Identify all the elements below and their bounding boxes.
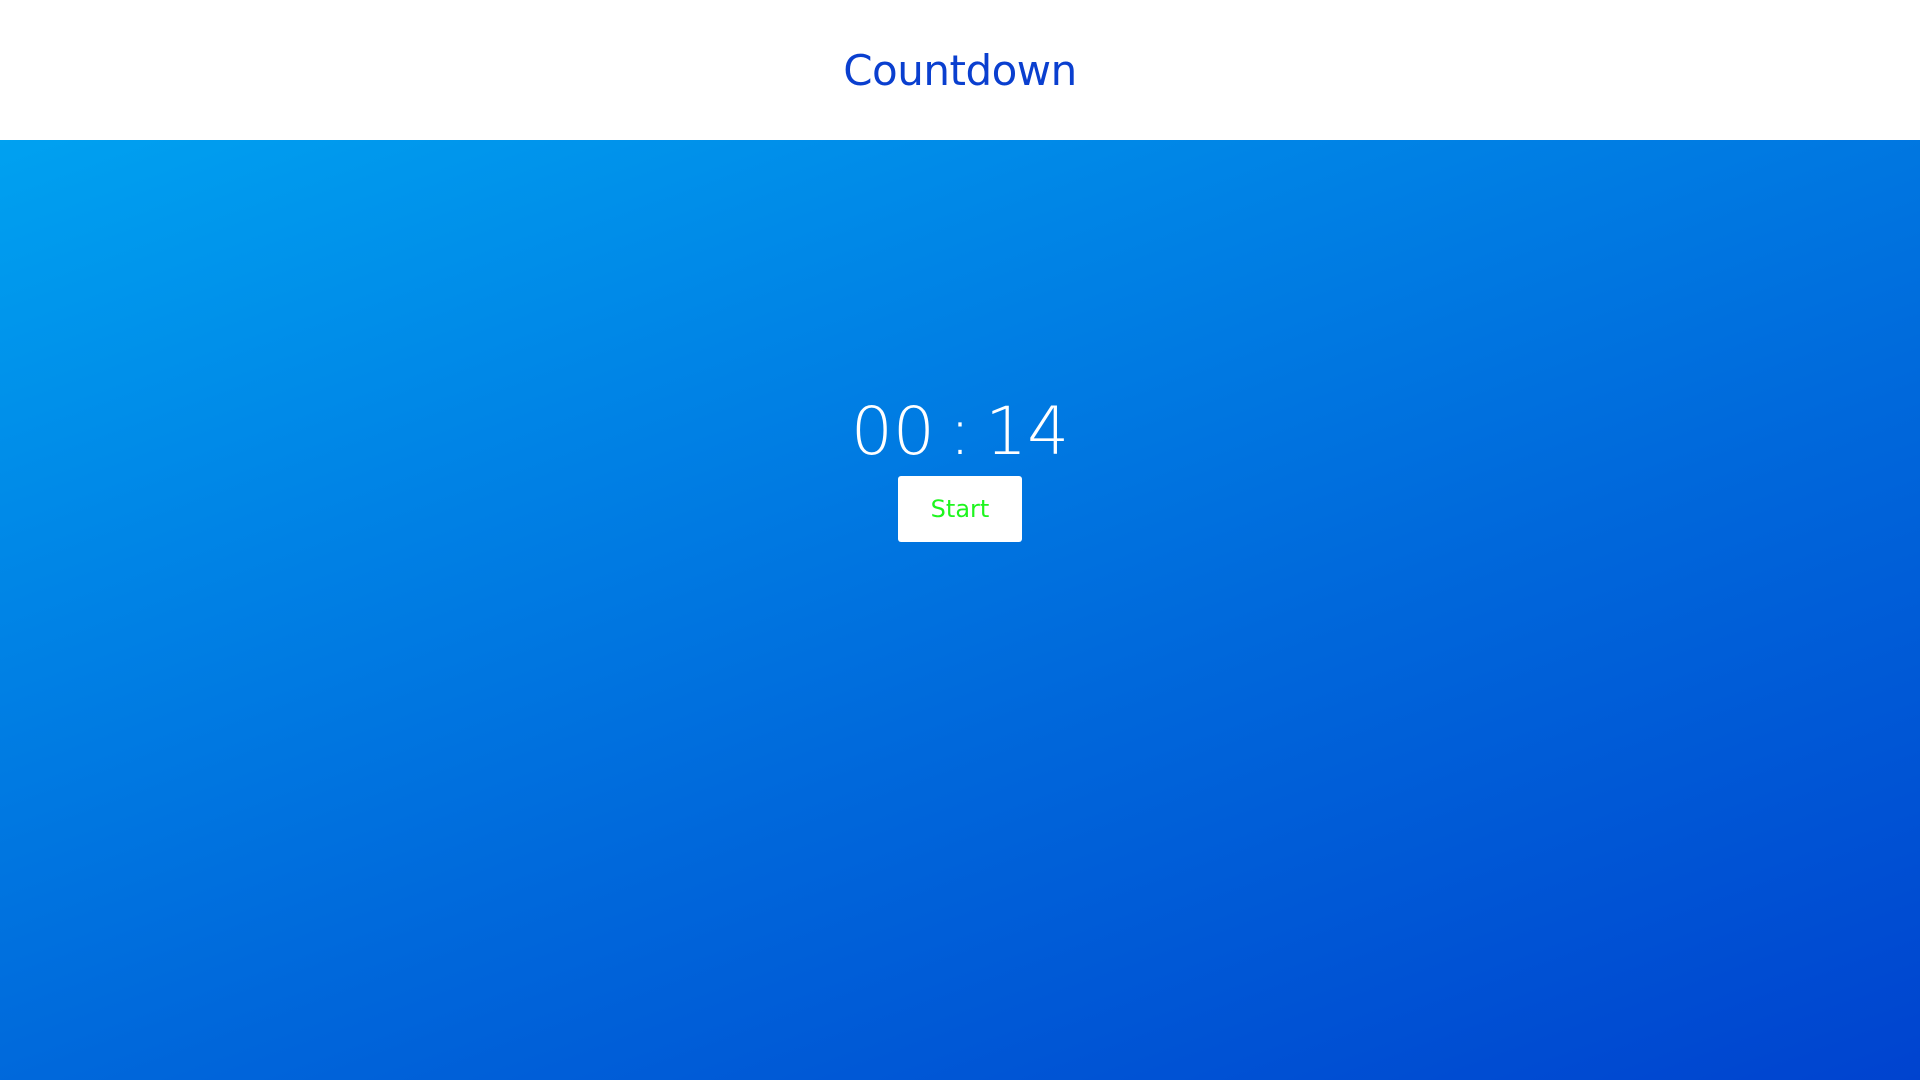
app-header: Countdown (0, 0, 1920, 140)
start-button[interactable]: Start (898, 476, 1022, 542)
time-separator: : (948, 393, 972, 470)
seconds-value: 14 (985, 393, 1070, 470)
countdown-panel: 00:14 Start (0, 140, 1920, 1080)
page-title: Countdown (843, 45, 1077, 95)
countdown-display: 00:14 (0, 392, 1920, 472)
minutes-value: 00 (850, 393, 935, 470)
